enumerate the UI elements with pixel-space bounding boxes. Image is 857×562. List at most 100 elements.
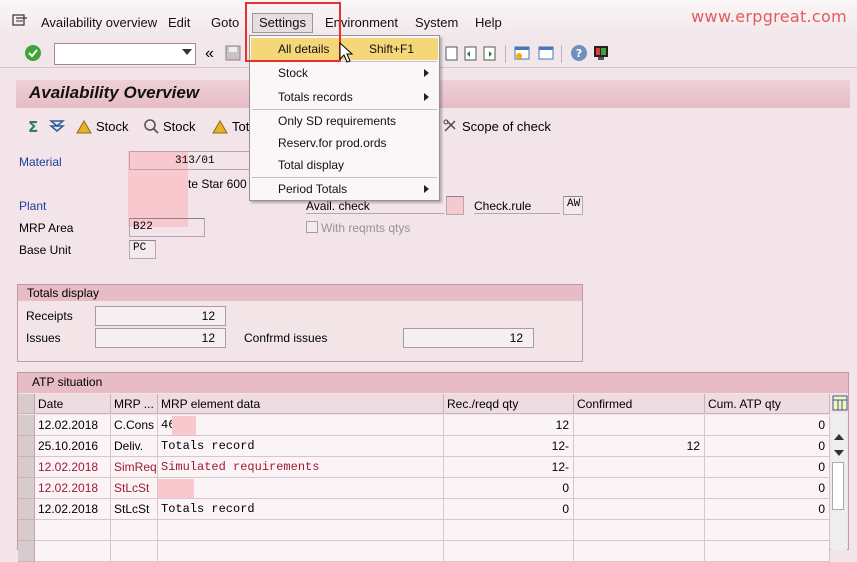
scroll-down-icon[interactable] xyxy=(834,450,844,456)
row-selector[interactable] xyxy=(18,499,35,520)
row-selector[interactable] xyxy=(18,457,35,478)
table-cell-element[interactable]: Totals record xyxy=(158,436,444,457)
save-icon[interactable] xyxy=(224,44,242,62)
stock-button-2-label: Stock xyxy=(163,118,196,134)
stock-button-2[interactable]: Stock xyxy=(143,118,196,134)
table-cell-element[interactable]: 466 xyxy=(158,415,444,436)
column-mrp[interactable]: MRP ... xyxy=(111,394,158,414)
menu-system[interactable]: System xyxy=(415,15,458,30)
next-page-icon[interactable] xyxy=(481,44,499,62)
menu-item-total-display[interactable]: Total display xyxy=(251,154,438,176)
menu-item-total-display-label: Total display xyxy=(278,158,345,172)
totals-button[interactable]: Tot xyxy=(212,118,249,134)
column-rec-reqd-qty[interactable]: Rec./reqd qty xyxy=(444,394,574,414)
table-cell-mrp xyxy=(111,541,158,562)
menu-bar: Availability overview Edit Goto Settings… xyxy=(0,0,857,40)
table-cell-mrp[interactable]: StLcSt xyxy=(111,478,158,499)
prev-page-icon[interactable] xyxy=(462,44,480,62)
table-cell-date[interactable]: 25.10.2016 xyxy=(35,436,111,457)
table-cell-cum[interactable]: 0 xyxy=(705,478,830,499)
table-cell-date[interactable]: 12.02.2018 xyxy=(35,499,111,520)
table-cell-cum[interactable]: 0 xyxy=(705,415,830,436)
stock-button-1[interactable]: Stock xyxy=(76,118,129,134)
with-reqmts-checkbox[interactable] xyxy=(306,221,318,233)
menu-item-period-totals[interactable]: Period Totals xyxy=(251,178,438,200)
table-cell-mrp[interactable]: StLcSt xyxy=(111,499,158,520)
create-session-icon[interactable] xyxy=(513,44,531,62)
table-cell-mrp[interactable]: C.Cons xyxy=(111,415,158,436)
totals-display-title: Totals display xyxy=(18,285,582,301)
menu-edit[interactable]: Edit xyxy=(168,15,190,30)
table-cell-rec[interactable]: 12- xyxy=(444,457,574,478)
table-cell-mrp[interactable]: Deliv. xyxy=(111,436,158,457)
table-cell-cum[interactable]: 0 xyxy=(705,457,830,478)
material-field xyxy=(129,151,259,170)
table-cell-rec[interactable]: 0 xyxy=(444,478,574,499)
select-all-cell[interactable] xyxy=(18,394,35,414)
table-cell-rec[interactable]: 0 xyxy=(444,499,574,520)
column-date[interactable]: Date xyxy=(35,394,111,414)
filter-button[interactable] xyxy=(49,118,65,134)
screen-menu-icon[interactable] xyxy=(12,13,28,27)
table-cell-cum[interactable]: 0 xyxy=(705,499,830,520)
svg-text:Σ: Σ xyxy=(28,118,38,134)
command-field[interactable] xyxy=(54,43,196,65)
issues-label: Issues xyxy=(26,331,61,345)
scroll-thumb[interactable] xyxy=(832,462,844,510)
table-cell-element[interactable]: Totals record xyxy=(158,499,444,520)
menu-item-only-sd-requirements[interactable]: Only SD requirements xyxy=(251,110,438,132)
column-mrp-element-data[interactable]: MRP element data xyxy=(158,394,444,414)
table-cell-confirmed xyxy=(574,520,705,541)
totals-sigma-button[interactable]: Σ xyxy=(26,118,42,134)
table-cell-date[interactable]: 12.02.2018 xyxy=(35,415,111,436)
table-cell-confirmed xyxy=(574,541,705,562)
scope-icon xyxy=(443,119,456,132)
table-cell-date xyxy=(35,541,111,562)
row-selector[interactable] xyxy=(18,436,35,457)
table-cell-confirmed[interactable] xyxy=(574,457,705,478)
row-selector[interactable] xyxy=(18,478,35,499)
svg-text:?: ? xyxy=(576,47,582,60)
column-cum-atp-qty[interactable]: Cum. ATP qty xyxy=(705,394,830,414)
table-cell-mrp xyxy=(111,520,158,541)
table-cell-mrp[interactable]: SimReq xyxy=(111,457,158,478)
column-confirmed[interactable]: Confirmed xyxy=(574,394,705,414)
table-cell-element[interactable] xyxy=(158,478,444,499)
enter-check-icon[interactable] xyxy=(24,44,42,62)
table-cell-rec[interactable]: 12 xyxy=(444,415,574,436)
table-cell-rec[interactable]: 12- xyxy=(444,436,574,457)
table-cell-date[interactable]: 12.02.2018 xyxy=(35,478,111,499)
dropdown-arrow-icon[interactable] xyxy=(182,49,192,55)
check-rule-value: AW xyxy=(567,198,581,210)
vertical-scrollbar[interactable] xyxy=(831,414,847,550)
menu-item-totals-records[interactable]: Totals records xyxy=(251,86,438,108)
row-selector[interactable] xyxy=(18,415,35,436)
table-cell-confirmed[interactable] xyxy=(574,478,705,499)
toolbar-separator xyxy=(561,45,562,63)
table-cell-cum[interactable]: 0 xyxy=(705,436,830,457)
first-page-icon[interactable] xyxy=(443,44,461,62)
underline xyxy=(474,213,560,214)
row-selector[interactable] xyxy=(18,520,35,541)
menu-availability-overview[interactable]: Availability overview xyxy=(41,15,157,30)
menu-item-reserv-prod-ords[interactable]: Reserv.for prod.ords xyxy=(251,132,438,154)
table-cell-confirmed[interactable]: 12 xyxy=(574,436,705,457)
material-label: Material xyxy=(19,155,62,169)
help-icon[interactable]: ? xyxy=(570,44,588,62)
stock-icon xyxy=(76,120,92,134)
table-cell-date[interactable]: 12.02.2018 xyxy=(35,457,111,478)
menu-item-totals-records-label: Totals records xyxy=(278,90,353,104)
row-selector[interactable] xyxy=(18,541,35,562)
menu-goto[interactable]: Goto xyxy=(211,15,239,30)
table-cell-element[interactable]: Simulated requirements xyxy=(158,457,444,478)
menu-item-stock[interactable]: Stock xyxy=(251,62,438,84)
table-cell-confirmed[interactable] xyxy=(574,499,705,520)
table-cell-confirmed[interactable] xyxy=(574,415,705,436)
shortcut-icon[interactable] xyxy=(537,44,555,62)
scope-of-check-button[interactable]: Scope of check xyxy=(442,118,551,134)
column-settings-icon[interactable] xyxy=(832,395,848,411)
collapse-icon[interactable]: « xyxy=(205,45,214,63)
menu-help[interactable]: Help xyxy=(475,15,502,30)
scroll-up-icon[interactable] xyxy=(834,434,844,440)
customize-layout-icon[interactable] xyxy=(592,44,610,62)
